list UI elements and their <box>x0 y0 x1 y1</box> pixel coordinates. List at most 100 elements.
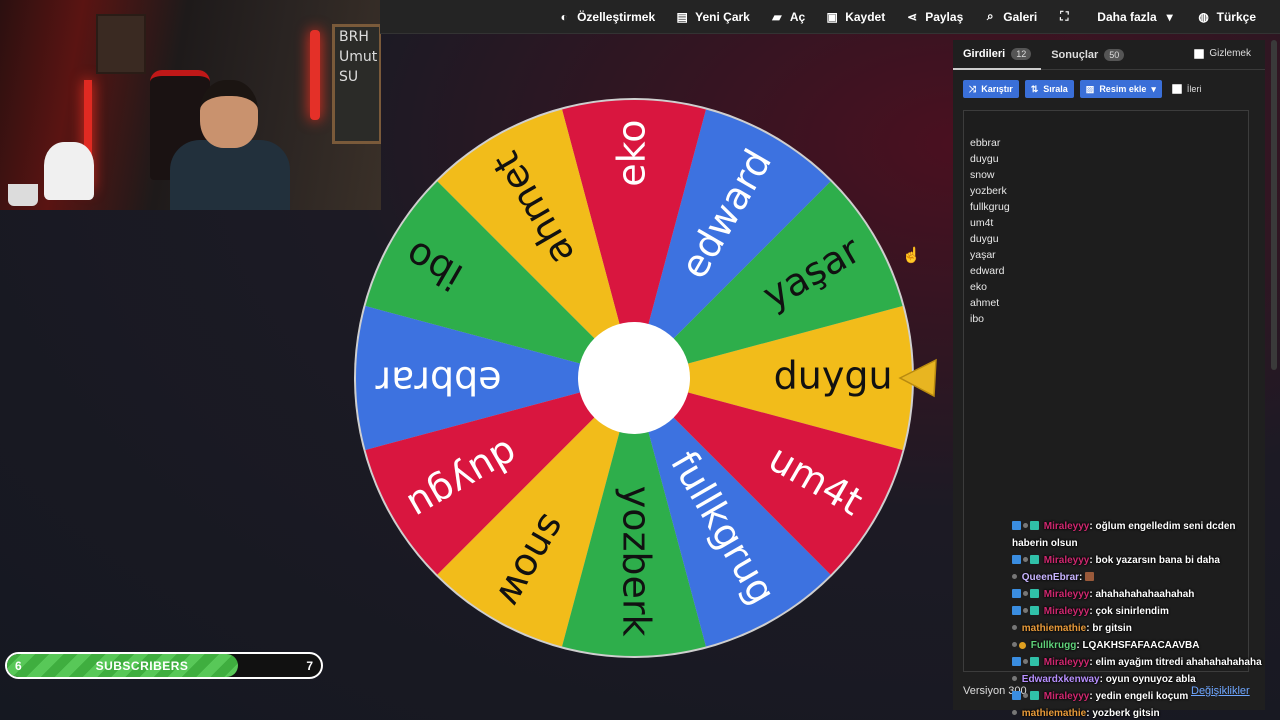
plush-toy <box>44 142 94 200</box>
nav-item-share[interactable]: ⋖ Paylaş <box>895 0 973 34</box>
tab-entries-label: Girdileri <box>963 47 1006 60</box>
chat-username: Miraleyyy <box>1043 606 1090 617</box>
chat-message: Miraleyyy: ahahahahahaahahah <box>1012 586 1270 603</box>
tab-entries[interactable]: Girdileri 12 <box>953 40 1042 70</box>
top-navbar: ◐ Özelleştirmek ▤ Yeni Çark ▰ Aç ▣ Kaydet ⋖ Payla… <box>380 0 1280 34</box>
nav-item-save[interactable]: ▣ Kaydet <box>815 0 895 34</box>
palette-icon: ◐ <box>560 9 568 24</box>
nav-item-search[interactable]: ⌕ Galeri <box>973 0 1047 34</box>
chat-badge-icon <box>1030 589 1039 598</box>
entry-line: um4t <box>970 217 994 229</box>
entry-line: ahmet <box>970 297 1000 309</box>
sort-button[interactable]: ⇅ Sırala <box>1024 80 1074 98</box>
subscriber-goal-bar: 6 SUBSCRIBERS 7 <box>5 652 323 679</box>
nav-label: Yeni Çark <box>695 9 750 24</box>
chat-badge-icon <box>1012 625 1017 630</box>
chat-text: : LQAKHSFAFAACAAVBA <box>1076 640 1200 651</box>
chat-message: Edwardxkenway: oyun oynuyoz abla <box>1012 671 1270 688</box>
wheel-pointer-icon <box>898 358 937 398</box>
chat-overlay: Miraleyyy: oğlum engelledim seni dcden h… <box>1012 518 1270 720</box>
chat-badge-icon <box>1023 659 1028 664</box>
nav-label: Galeri <box>1003 9 1038 24</box>
chat-message: Miraleyyy: oğlum engelledim seni dcden h… <box>1012 518 1270 552</box>
hide-toggle[interactable]: Gizlemek <box>1194 48 1251 59</box>
wheel-svg[interactable]: duyguyaşaredwardekoahmetiboebbrarduygusn… <box>352 96 916 660</box>
results-count-badge: 50 <box>1104 48 1125 61</box>
chat-badge-icon <box>1012 676 1017 681</box>
nav-label: Türkçe <box>1216 9 1256 24</box>
wheel-segment-label: ebbrar <box>375 359 502 403</box>
nav-item-folder[interactable]: ▰ Aç <box>760 0 815 34</box>
entry-line: duygu <box>970 153 999 165</box>
chat-message: QueenEbrar: <box>1012 569 1270 586</box>
sort-label: Sırala <box>1043 84 1068 94</box>
chat-text: : yedin engeli koçum <box>1089 691 1189 702</box>
chat-username: Miraleyyy <box>1043 555 1090 566</box>
spin-wheel[interactable]: duygu yaşar edward eko ahmet ibo ebbrar duygu sn… <box>352 96 916 660</box>
chat-message: mathiemathie: br gitsin <box>1012 620 1270 637</box>
chat-badge-icon <box>1012 691 1021 700</box>
chat-username: Miraleyyy <box>1043 589 1090 600</box>
tab-results-label: Sonuçlar <box>1051 48 1099 61</box>
entry-line: duygu <box>970 233 999 245</box>
chat-badge-icon <box>1030 555 1039 564</box>
panel-tabs: Girdileri 12 Sonuçlar 50 Gizlemek <box>953 40 1265 70</box>
chat-badge-icon <box>1012 606 1021 615</box>
nav-item-globe[interactable]: ◍ Türkçe <box>1187 0 1266 34</box>
chat-badge-icon <box>1023 591 1028 596</box>
subscriber-goal: 7 <box>306 659 313 673</box>
wheel-segment-label: yozberk <box>615 486 659 637</box>
chat-message: Miraleyyy: yedin engeli koçum <box>1012 688 1270 705</box>
chat-badge-icon <box>1012 574 1017 579</box>
chat-badge-icon <box>1012 642 1017 647</box>
add-image-label: Resim ekle <box>1099 84 1147 94</box>
chat-text: : bok yazarsın bana bi daha <box>1089 555 1220 566</box>
chat-text: : çok sinirlendim <box>1089 606 1169 617</box>
globe-icon: ◍ <box>1198 9 1209 24</box>
page-scrollbar[interactable] <box>1271 40 1277 370</box>
folder-icon: ▰ <box>772 9 782 24</box>
chat-badge-icon <box>1023 557 1028 562</box>
chat-username: QueenEbrar <box>1021 572 1080 583</box>
chat-badge-icon <box>1023 608 1028 613</box>
chat-badge-icon <box>1012 710 1017 715</box>
entry-line: yaşar <box>970 249 996 261</box>
nav-item-fullscreen[interactable]: ⛶ <box>1047 0 1087 34</box>
chat-badge-icon <box>1030 606 1039 615</box>
nav-label: Daha fazla <box>1097 9 1157 24</box>
entry-line: eko <box>970 281 987 293</box>
tab-results[interactable]: Sonuçlar 50 <box>1041 40 1134 70</box>
chat-badge-icon <box>1030 521 1039 530</box>
chat-badge-icon <box>1019 642 1026 649</box>
subscriber-label: SUBSCRIBERS <box>95 659 189 673</box>
wheel-segment-label: duygu <box>774 354 893 398</box>
advanced-checkbox[interactable] <box>1171 84 1182 94</box>
chat-username: Miraleyyy <box>1043 521 1090 532</box>
chat-badge-icon <box>1012 555 1021 564</box>
add-image-button[interactable]: ▨ Resim ekle ▾ <box>1079 80 1162 98</box>
mouse-cursor-icon: ☝ <box>902 247 921 264</box>
chat-text: : elim ayağım titredi ahahahahahaha <box>1089 657 1262 668</box>
nav-label: Aç <box>789 9 806 24</box>
chat-text: : oyun oynuyoz abla <box>1099 674 1196 685</box>
chat-message: mathiemathie: yozberk gitsin <box>1012 705 1270 720</box>
shuffle-button[interactable]: ⤨ Karıştır <box>963 80 1019 98</box>
search-icon: ⌕ <box>986 9 994 23</box>
chat-message: Miraleyyy: çok sinirlendim <box>1012 603 1270 620</box>
chat-username: Edwardxkenway <box>1021 674 1100 685</box>
chevron-down-icon: ▾ <box>1151 83 1156 94</box>
nav-item-file[interactable]: ▤ Yeni Çark <box>665 0 760 34</box>
chat-message: Miraleyyy: bok yazarsın bana bi daha <box>1012 552 1270 569</box>
chat-message: Fullkrugg: LQAKHSFAFAACAAVBA <box>1012 637 1270 654</box>
shuffle-icon: ⤨ <box>969 83 977 94</box>
nav-item-chevron-down[interactable]: Daha fazla ▾ <box>1087 0 1186 34</box>
fullscreen-icon: ⛶ <box>1060 9 1069 23</box>
wheel-center-hub[interactable] <box>578 322 690 434</box>
advanced-toggle[interactable]: İleri <box>1171 84 1201 94</box>
chat-username: mathiemathie <box>1021 708 1087 719</box>
wheel-segment-label: eko <box>610 119 654 186</box>
chevron-down-icon: ▾ <box>1166 9 1173 24</box>
nav-item-palette[interactable]: ◐ Özelleştirmek <box>547 0 665 34</box>
streamer-head <box>200 80 258 148</box>
hide-checkbox[interactable] <box>1194 48 1205 59</box>
